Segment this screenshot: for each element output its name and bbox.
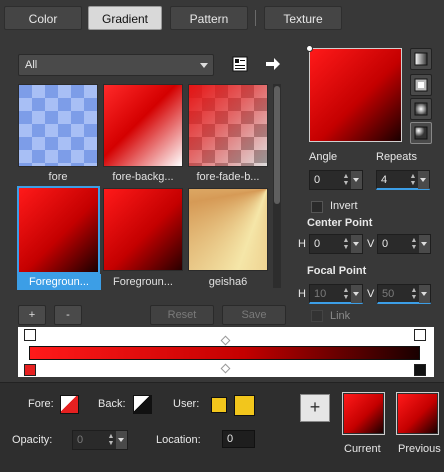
radial-shape-icon bbox=[414, 126, 428, 140]
focal-v-label: V bbox=[367, 288, 375, 300]
center-v-value: 0 bbox=[382, 238, 389, 250]
chevron-down-icon bbox=[200, 63, 208, 68]
focal-v-dropdown-button[interactable] bbox=[419, 285, 430, 303]
center-v-label: V bbox=[367, 238, 375, 250]
thumbnail-label: fore bbox=[48, 171, 68, 183]
invert-label: Invert bbox=[330, 200, 358, 212]
gradient-category-dropdown[interactable]: All bbox=[18, 54, 214, 76]
tab-pattern[interactable]: Pattern bbox=[170, 6, 248, 30]
tab-separator bbox=[255, 10, 256, 26]
gradient-bar[interactable] bbox=[29, 346, 420, 360]
focal-v-value: 50 bbox=[382, 288, 395, 300]
tab-texture[interactable]: Texture bbox=[264, 6, 342, 30]
opacity-spinner[interactable]: 0 ▲ ▼ bbox=[72, 430, 128, 450]
current-swatch[interactable] bbox=[342, 392, 385, 435]
focal-v-spinner[interactable]: 50 ▲ ▼ bbox=[377, 284, 431, 304]
focal-h-dropdown-button[interactable] bbox=[351, 285, 362, 303]
angle-value: 0 bbox=[314, 174, 321, 186]
linear-shape-button[interactable] bbox=[410, 48, 432, 70]
gradient-thumbnail-fore-fade[interactable] bbox=[188, 84, 268, 167]
previous-label: Previous bbox=[398, 443, 441, 455]
focal-h-spinner[interactable]: 10 ▲ ▼ bbox=[309, 284, 363, 304]
focal-h-label: H bbox=[298, 288, 306, 300]
opacity-stop-right[interactable] bbox=[414, 329, 426, 341]
user-swatch-large[interactable] bbox=[234, 395, 255, 416]
plus-icon: + bbox=[309, 397, 321, 417]
rectangular-shape-icon bbox=[414, 78, 428, 92]
gradient-preview[interactable] bbox=[309, 48, 402, 142]
invert-checkbox[interactable] bbox=[311, 201, 323, 213]
link-label: Link bbox=[330, 310, 351, 322]
reset-button[interactable]: Reset bbox=[150, 305, 214, 325]
add-to-swatches-button[interactable]: + bbox=[300, 394, 330, 422]
up-down-arrows-icon[interactable]: ▲ ▼ bbox=[409, 173, 417, 187]
center-v-spinner[interactable]: 0 ▲ ▼ bbox=[377, 234, 431, 254]
focal-point-label: Focal Point bbox=[307, 265, 367, 277]
previous-swatch[interactable] bbox=[396, 392, 439, 435]
opacity-value: 0 bbox=[77, 434, 84, 446]
location-input[interactable]: 0 bbox=[222, 430, 255, 448]
up-down-arrows-icon[interactable]: ▲ ▼ bbox=[342, 237, 350, 251]
center-h-label: H bbox=[298, 238, 306, 250]
linear-shape-icon bbox=[414, 52, 428, 66]
thumbnail-scrollbar-thumb[interactable] bbox=[274, 86, 280, 204]
repeats-label: Repeats bbox=[376, 151, 417, 163]
gradient-category-value: All bbox=[25, 59, 38, 71]
remove-gradient-button[interactable]: - bbox=[54, 305, 82, 325]
sunburst-shape-button[interactable] bbox=[410, 98, 432, 120]
center-v-dropdown-button[interactable] bbox=[419, 235, 430, 253]
sunburst-shape-icon bbox=[414, 102, 428, 116]
palette-icon[interactable] bbox=[230, 54, 250, 74]
tab-gradient[interactable]: Gradient bbox=[88, 6, 162, 30]
tab-color[interactable]: Color bbox=[4, 6, 82, 30]
repeats-spinner[interactable]: 4 ▲ ▼ bbox=[376, 170, 430, 190]
back-label: Back: bbox=[98, 398, 126, 410]
up-down-arrows-icon[interactable]: ▲ ▼ bbox=[410, 237, 418, 251]
thumbnail-label: geisha6 bbox=[208, 276, 248, 288]
color-stop-left[interactable] bbox=[24, 364, 36, 376]
gradient-thumbnail-fore[interactable] bbox=[18, 84, 98, 167]
center-point-handle[interactable] bbox=[306, 45, 313, 52]
up-down-arrows-icon[interactable]: ▲ ▼ bbox=[410, 287, 418, 301]
center-h-value: 0 bbox=[314, 238, 321, 250]
opacity-dropdown-button[interactable] bbox=[116, 431, 127, 449]
angle-spinner[interactable]: 0 ▲ ▼ bbox=[309, 170, 363, 190]
center-h-dropdown-button[interactable] bbox=[351, 235, 362, 253]
opacity-stop-left[interactable] bbox=[24, 329, 36, 341]
color-stop-right[interactable] bbox=[414, 364, 426, 376]
angle-label: Angle bbox=[309, 151, 338, 163]
fore-label: Fore: bbox=[28, 398, 54, 410]
up-down-arrows-icon[interactable]: ▲ ▼ bbox=[342, 287, 350, 301]
gradient-thumbnail-foreground-selected[interactable] bbox=[17, 186, 100, 274]
fore-swatch[interactable] bbox=[60, 395, 79, 414]
thumbnail-label: Foregroun... bbox=[17, 274, 101, 290]
thumbnail-label: fore-fade-b... bbox=[196, 171, 260, 183]
user-swatch-small[interactable] bbox=[211, 397, 227, 413]
gradient-thumbnail-foreground[interactable] bbox=[103, 188, 183, 271]
center-point-label: Center Point bbox=[307, 217, 373, 229]
repeats-dropdown-button[interactable] bbox=[418, 171, 429, 189]
thumbnail-label: Foregroun... bbox=[113, 276, 173, 288]
angle-dropdown-button[interactable] bbox=[351, 171, 362, 189]
add-gradient-button[interactable]: + bbox=[18, 305, 46, 325]
radial-shape-button[interactable] bbox=[410, 122, 432, 144]
user-label: User: bbox=[173, 398, 200, 410]
repeats-value: 4 bbox=[381, 174, 388, 186]
up-down-arrows-icon[interactable]: ▲ ▼ bbox=[107, 433, 115, 447]
location-label: Location: bbox=[156, 434, 201, 446]
focal-h-value: 10 bbox=[314, 288, 327, 300]
back-swatch[interactable] bbox=[133, 395, 152, 414]
thumbnail-label: fore-backg... bbox=[112, 171, 174, 183]
arrow-right-icon[interactable] bbox=[263, 54, 283, 74]
center-h-spinner[interactable]: 0 ▲ ▼ bbox=[309, 234, 363, 254]
location-value: 0 bbox=[227, 433, 234, 445]
link-checkbox[interactable] bbox=[311, 310, 323, 322]
opacity-label: Opacity: bbox=[12, 434, 53, 446]
gradient-thumbnail-geisha6[interactable] bbox=[188, 188, 268, 271]
current-label: Current bbox=[344, 443, 381, 455]
gradient-thumbnail-fore-background[interactable] bbox=[103, 84, 183, 167]
rectangular-shape-button[interactable] bbox=[410, 74, 432, 96]
up-down-arrows-icon[interactable]: ▲ ▼ bbox=[342, 173, 350, 187]
save-button[interactable]: Save bbox=[222, 305, 286, 325]
